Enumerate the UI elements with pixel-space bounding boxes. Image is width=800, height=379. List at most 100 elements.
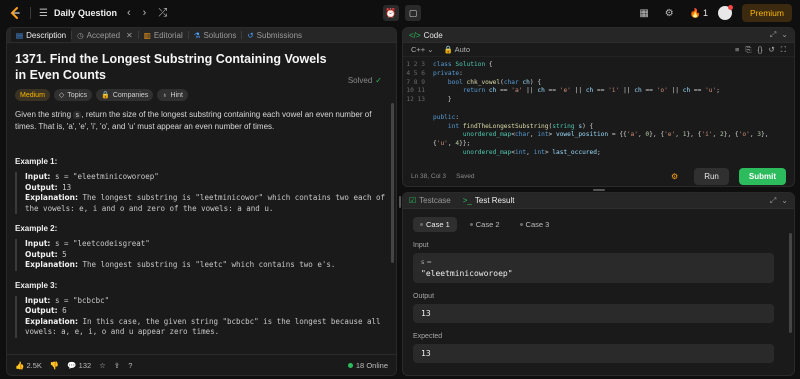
- share-icon[interactable]: ⇪: [114, 361, 120, 370]
- chevron-down-icon[interactable]: ⌄: [781, 30, 788, 40]
- problem-footer: 👍 2.5K 👎 💬 132 ☆ ⇪ ? 18 Online: [7, 354, 396, 375]
- submit-button[interactable]: Submit: [738, 167, 786, 185]
- tab-test-result[interactable]: >_ Test Result: [463, 196, 515, 205]
- braces-icon[interactable]: {}: [757, 45, 762, 55]
- example-block: Input: s = "leetcodeisgreat" Output: 5 E…: [15, 239, 388, 271]
- maximize-icon[interactable]: ⤢: [770, 196, 776, 206]
- tab-editorial[interactable]: ▥ Editorial: [139, 28, 188, 42]
- help-icon[interactable]: ?: [128, 361, 132, 370]
- daily-question-title[interactable]: Daily Question: [54, 8, 117, 18]
- language-select[interactable]: C++ ⌄: [411, 45, 434, 54]
- terminal-icon: >_: [462, 196, 472, 205]
- like-button[interactable]: 👍 2.5K: [15, 361, 42, 370]
- output-value-box: 13: [413, 304, 774, 323]
- fullscreen-icon[interactable]: ⛶: [781, 45, 786, 55]
- maximize-icon[interactable]: ⤢: [770, 30, 776, 40]
- case-tabs: Case 1 Case 2 Case 3: [403, 209, 794, 232]
- case-1-tab[interactable]: Case 1: [413, 217, 457, 232]
- checkbox-icon: ☑: [409, 196, 417, 205]
- editor-footer: Ln 38, Col 3 Saved ⚙ Run Submit: [403, 166, 794, 186]
- example-heading: Example 1:: [15, 157, 58, 166]
- comments-button[interactable]: 💬 132: [67, 361, 91, 370]
- online-count: 18 Online: [347, 361, 388, 370]
- timer-icon[interactable]: ⏰: [383, 5, 399, 21]
- settings-gear-icon[interactable]: ⚙: [665, 8, 674, 19]
- notes-icon[interactable]: ▢: [405, 5, 421, 21]
- premium-button[interactable]: Premium: [741, 4, 792, 22]
- cursor-position: Ln 38, Col 3: [411, 172, 447, 180]
- case-3-tab[interactable]: Case 3: [513, 217, 557, 232]
- code-panel: </> Code ⤢ ⌄ C++ ⌄ 🔒 Auto ≡ ⎘ {} ↺ ⛶ 1 2 …: [402, 27, 795, 187]
- flask-icon: ⚗: [193, 30, 201, 40]
- code-editor[interactable]: 1 2 3 4 5 6 7 8 9 10 11 12 13 class Solu…: [403, 57, 794, 163]
- bookmark-icon[interactable]: ⎘: [745, 45, 751, 55]
- avatar[interactable]: [717, 5, 733, 20]
- clock-icon: ◷: [77, 30, 84, 40]
- tab-solutions[interactable]: ⚗ Solutions: [189, 28, 242, 42]
- auto-mode-toggle[interactable]: 🔒 Auto: [444, 45, 470, 54]
- tab-submissions[interactable]: ↺ Submissions: [242, 28, 307, 42]
- run-button[interactable]: Run: [694, 167, 729, 185]
- problem-tabs: ▤ Description ◷ Accepted ✕ ▥ Editorial ⚗ Solu…: [7, 28, 396, 43]
- code-tab-header: </> Code ⤢ ⌄: [403, 28, 794, 43]
- lock-icon: 🔒: [101, 92, 110, 99]
- online-dot: [347, 362, 353, 368]
- tag-chips: Medium ◇ Topics 🔒 Companies ♁ Hint: [15, 89, 388, 101]
- check-circle-icon: ✓: [375, 76, 382, 85]
- chevron-down-icon[interactable]: ⌄: [781, 196, 788, 206]
- close-icon[interactable]: ✕: [126, 31, 133, 40]
- dislike-icon[interactable]: 👎: [50, 361, 59, 370]
- test-panel: ☑ Testcase >_ Test Result ⤢ ⌄ Case 1 Case 2…: [402, 192, 795, 376]
- problem-title[interactable]: 1371. Find the Longest Substring Contain…: [15, 51, 335, 83]
- streak-counter[interactable]: 🔥 1: [690, 8, 708, 19]
- input-value-box: s = "eleetminicoworoep": [413, 253, 774, 283]
- problem-list-icon[interactable]: ☰: [39, 8, 48, 19]
- problem-description: Given the string s, return the size of t…: [15, 110, 372, 131]
- format-icon[interactable]: ≡: [735, 45, 739, 55]
- companies-chip[interactable]: 🔒 Companies: [96, 89, 154, 101]
- line-numbers: 1 2 3 4 5 6 7 8 9 10 11 12 13: [406, 61, 425, 104]
- favorite-star-icon[interactable]: ☆: [99, 361, 106, 370]
- scrollbar[interactable]: [391, 103, 394, 263]
- expected-value-box: 13: [413, 344, 774, 363]
- case-2-tab[interactable]: Case 2: [463, 217, 507, 232]
- solved-status: Solved ✓: [347, 76, 382, 85]
- book-icon: ▥: [143, 30, 151, 40]
- divider: [30, 7, 31, 19]
- problem-content: 1371. Find the Longest Substring Contain…: [7, 43, 396, 355]
- hint-chip[interactable]: ♁ Hint: [157, 89, 188, 101]
- save-status: Saved: [456, 172, 475, 180]
- topics-chip[interactable]: ◇ Topics: [53, 89, 93, 101]
- history-icon: ↺: [247, 30, 254, 40]
- leetcode-logo[interactable]: [8, 6, 22, 20]
- tab-description[interactable]: ▤ Description: [11, 28, 72, 42]
- expected-label: Expected: [413, 333, 443, 340]
- tab-testcase[interactable]: ☑ Testcase: [409, 196, 451, 205]
- tab-accepted[interactable]: ◷ Accepted ✕: [72, 28, 138, 42]
- reset-icon[interactable]: ↺: [768, 45, 774, 55]
- example-heading: Example 2:: [15, 224, 58, 233]
- example-block: Input: s = "eleetminicoworoep" Output: 1…: [15, 172, 388, 214]
- tag-icon: ◇: [58, 92, 65, 99]
- next-arrow-icon[interactable]: ›: [143, 7, 147, 19]
- input-label: Input: [413, 242, 429, 249]
- example-block: Input: s = "bcbcbc" Output: 6 Explanatio…: [15, 295, 388, 338]
- difficulty-badge: Medium: [15, 89, 50, 101]
- layout-icon[interactable]: ▦: [639, 8, 648, 19]
- lightbulb-icon: ♁: [162, 91, 168, 99]
- tab-code[interactable]: Code: [424, 31, 443, 40]
- code-icon: </>: [409, 30, 421, 40]
- scrollbar[interactable]: [789, 233, 792, 333]
- editor-toolbar: C++ ⌄ 🔒 Auto ≡ ⎘ {} ↺ ⛶: [403, 43, 794, 57]
- example-heading: Example 3:: [15, 280, 58, 290]
- debug-icon[interactable]: ⚙: [671, 172, 678, 181]
- fire-icon: 🔥: [689, 7, 701, 18]
- test-tabs: ☑ Testcase >_ Test Result ⤢ ⌄: [403, 193, 794, 209]
- shuffle-icon[interactable]: ⤮: [158, 7, 167, 20]
- prev-arrow-icon[interactable]: ‹: [127, 7, 131, 19]
- code-lines[interactable]: class Solution { private: bool chk_vowel…: [433, 61, 768, 158]
- problem-panel: ▤ Description ◷ Accepted ✕ ▥ Editorial ⚗ Solu…: [6, 27, 397, 376]
- top-bar: ☰ Daily Question ‹ › ⤮ ⏰ ▢ ▦ ⚙ 🔥 1 Premiu…: [0, 0, 800, 26]
- output-label: Output: [413, 293, 435, 300]
- description-icon: ▤: [16, 30, 24, 40]
